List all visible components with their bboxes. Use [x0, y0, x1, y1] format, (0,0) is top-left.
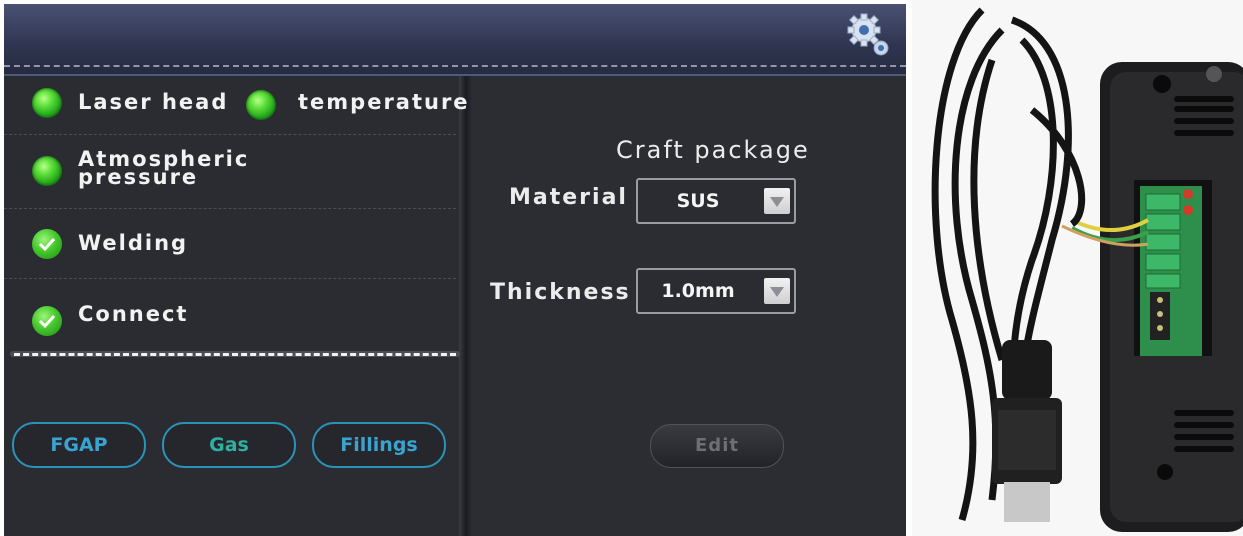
temperature-led-icon [246, 90, 276, 120]
row-separator [4, 134, 456, 135]
atmospheric-pressure-label: Atmospheric pressure [78, 148, 249, 188]
controller-screen: Laser head temperature Atmospheric press… [4, 4, 906, 536]
top-bar [4, 4, 906, 76]
temperature-label: temperature [298, 90, 470, 114]
settings-gear-icon[interactable] [846, 12, 892, 58]
welding-check-icon [32, 229, 62, 259]
chevron-down-icon[interactable] [764, 278, 790, 304]
atmospheric-pressure-led-icon [32, 156, 62, 186]
fgap-button[interactable]: FGAP [12, 422, 146, 468]
fillings-button[interactable]: Fillings [312, 422, 446, 468]
thickness-value: 1.0mm [661, 280, 735, 302]
panel-divider [459, 76, 473, 536]
gas-button[interactable]: Gas [162, 422, 296, 468]
laser-head-led-icon [32, 88, 62, 118]
section-divider [10, 351, 460, 357]
craft-package-title: Craft package [616, 136, 810, 164]
product-photo [912, 0, 1243, 536]
thickness-label: Thickness [490, 280, 631, 305]
chevron-down-icon[interactable] [764, 188, 790, 214]
welding-label: Welding [78, 231, 189, 255]
material-label: Material [509, 185, 628, 210]
laser-head-label: Laser head [78, 90, 229, 114]
material-value: SUS [676, 190, 720, 212]
row-separator [4, 278, 456, 279]
connect-check-icon [32, 306, 62, 336]
connect-label: Connect [78, 302, 189, 326]
row-separator [4, 208, 456, 209]
edit-button[interactable]: Edit [650, 424, 784, 468]
thickness-select[interactable]: 1.0mm [636, 268, 796, 314]
material-select[interactable]: SUS [636, 178, 796, 224]
